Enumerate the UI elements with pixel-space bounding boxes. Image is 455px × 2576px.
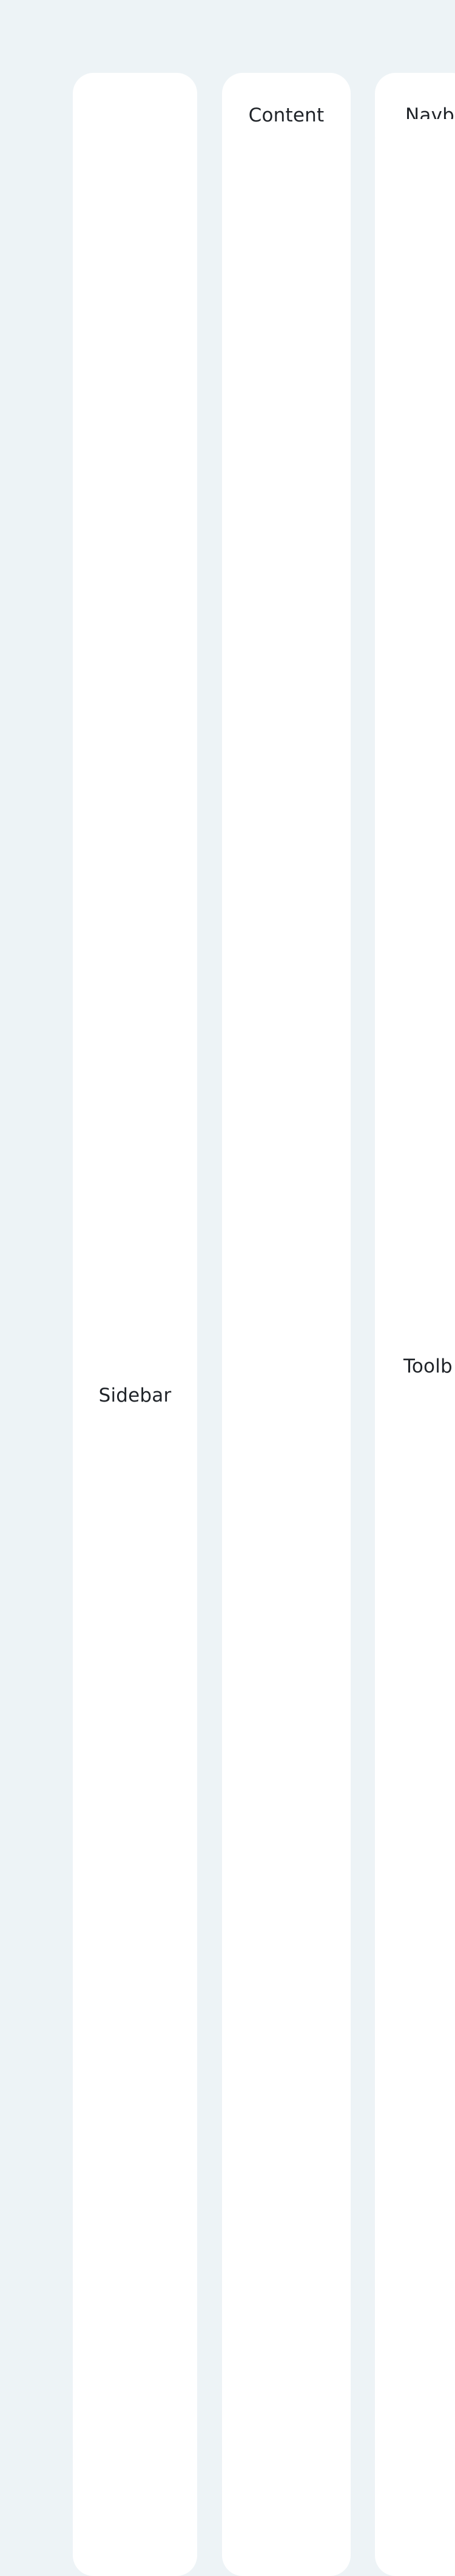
content-panel: Content (222, 73, 351, 2576)
navbar-label-container: Navba (375, 73, 455, 126)
toolbar-label: Toolb (403, 1355, 453, 1377)
toolbar-panel: Toolb (375, 119, 455, 2576)
sidebar-label: Sidebar (98, 1385, 172, 1406)
sidebar-panel: Sidebar (73, 73, 197, 2576)
content-label: Content (248, 104, 325, 126)
